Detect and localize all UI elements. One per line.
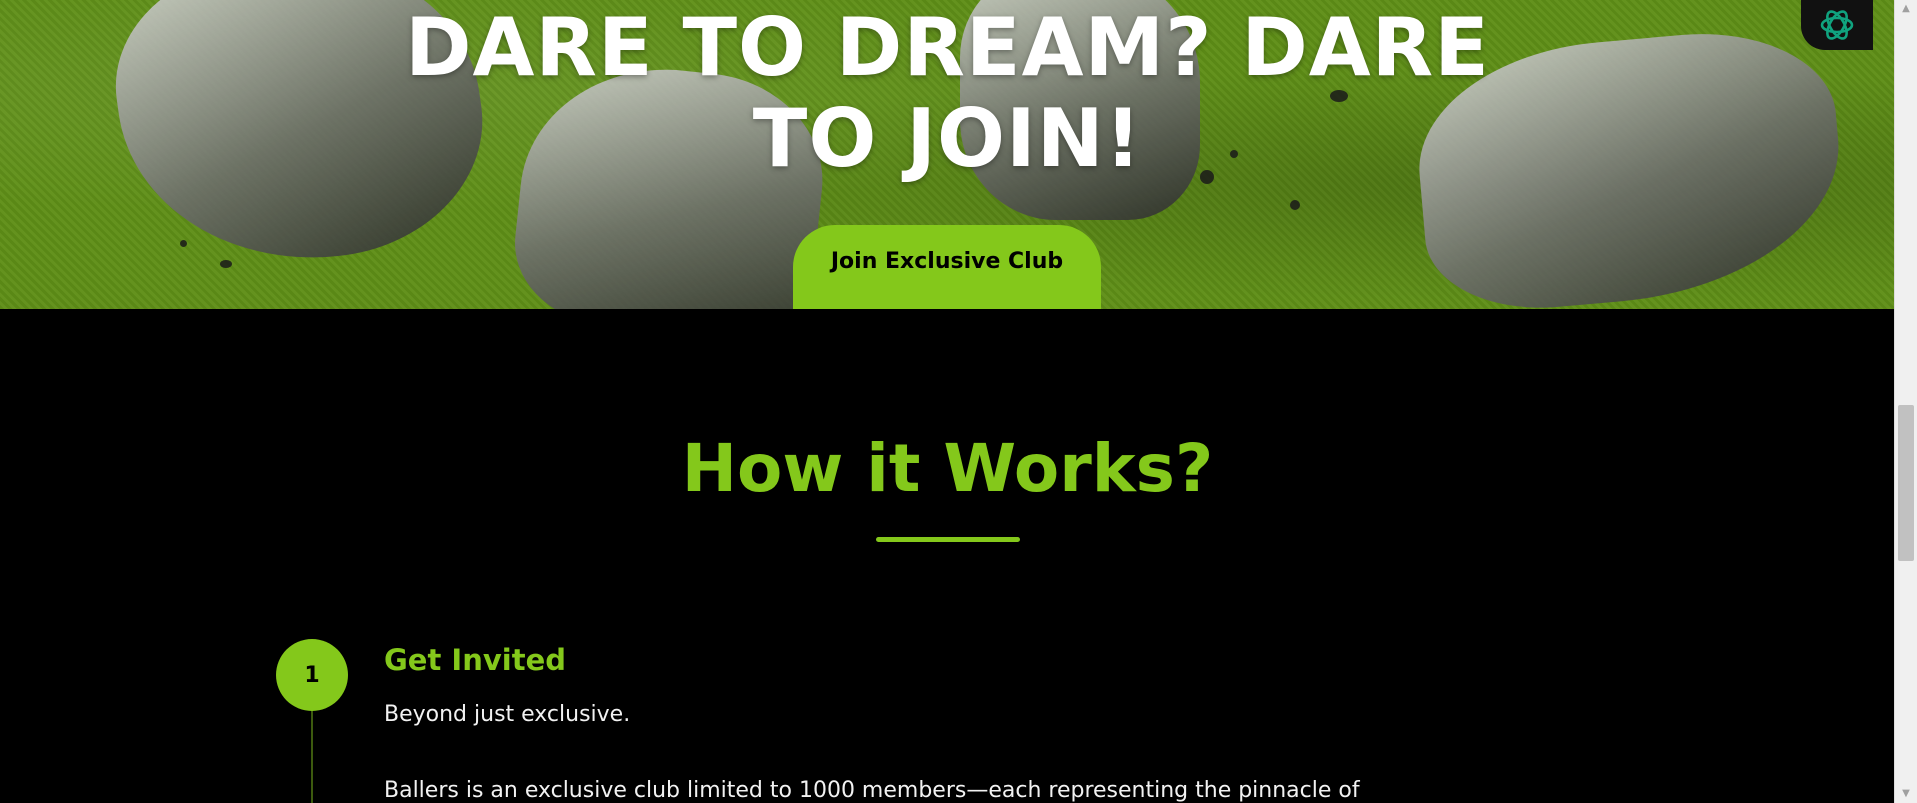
- how-it-works-section: How it Works? 1 Get Invited Beyond just …: [0, 309, 1895, 803]
- openai-logo-icon: [1820, 10, 1854, 40]
- step-description: Ballers is an exclusive club limited to …: [384, 778, 1360, 803]
- step-title: Get Invited: [384, 643, 567, 677]
- section-title: How it Works?: [681, 430, 1214, 507]
- scroll-down-arrow-icon[interactable]: ▼: [1895, 785, 1917, 803]
- page: DARE TO DREAM? DARE TO JOIN! Join Exclus…: [0, 0, 1917, 803]
- join-exclusive-club-button[interactable]: Join Exclusive Club: [793, 225, 1101, 309]
- paint-splatter: [180, 240, 187, 247]
- scrollbar-thumb[interactable]: [1898, 405, 1914, 561]
- vertical-scrollbar[interactable]: ▲ ▼: [1894, 0, 1917, 803]
- hero-title: DARE TO DREAM? DARE TO JOIN!: [0, 2, 1895, 184]
- paint-splatter: [1290, 200, 1300, 210]
- hero-title-line: DARE TO DREAM? DARE: [405, 1, 1490, 94]
- scroll-up-arrow-icon[interactable]: ▲: [1895, 0, 1917, 18]
- hero-title-line: TO JOIN!: [752, 92, 1143, 185]
- step-number-badge: 1: [276, 639, 348, 711]
- step-subtitle: Beyond just exclusive.: [384, 702, 631, 727]
- paint-splatter: [220, 260, 232, 268]
- title-underline: [876, 537, 1020, 542]
- chat-widget-button[interactable]: [1801, 0, 1873, 50]
- step-connector-line: [311, 711, 313, 803]
- hero-banner: DARE TO DREAM? DARE TO JOIN! Join Exclus…: [0, 0, 1895, 309]
